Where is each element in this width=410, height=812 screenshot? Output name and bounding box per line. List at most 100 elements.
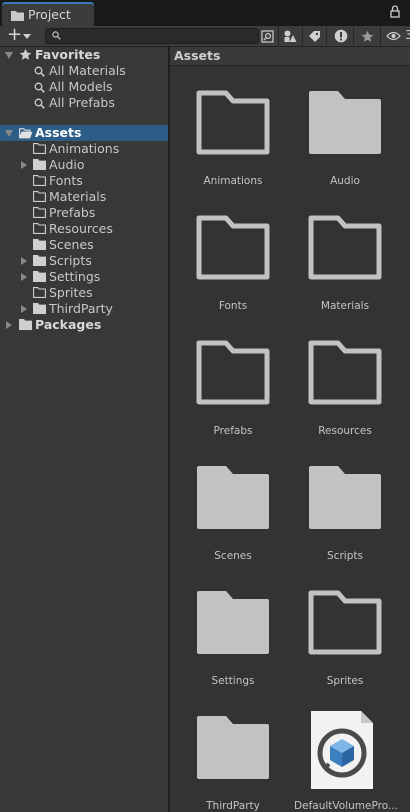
folder-icon bbox=[33, 159, 46, 170]
folder-outline-icon bbox=[196, 215, 270, 280]
folder-outline-icon bbox=[308, 215, 382, 280]
expand-arrow-icon[interactable] bbox=[6, 321, 12, 329]
tree-item-assets[interactable]: Assets bbox=[0, 125, 168, 141]
grid-item-label: Materials bbox=[320, 300, 370, 312]
folder-icon bbox=[33, 303, 46, 314]
add-label: + bbox=[7, 24, 23, 45]
add-button[interactable]: + bbox=[6, 24, 34, 45]
folder-icon bbox=[309, 466, 381, 529]
filter-by-type-button[interactable] bbox=[279, 27, 301, 45]
tree-item-all-prefabs[interactable]: All Prefabs bbox=[0, 95, 168, 111]
folder-outline-icon bbox=[33, 207, 46, 218]
folder-icon bbox=[33, 255, 46, 266]
folder-outline-icon bbox=[308, 590, 382, 655]
breadcrumb: Assets bbox=[170, 47, 410, 66]
expand-arrow-icon[interactable] bbox=[5, 52, 13, 59]
grid-item-scenes[interactable]: Scenes bbox=[178, 465, 288, 580]
asset-grid: Animations Audio Fonts Materials Prefabs… bbox=[170, 66, 410, 812]
search-icon bbox=[34, 98, 45, 109]
tree-item-fonts[interactable]: Fonts bbox=[0, 173, 168, 189]
grid-item-fonts[interactable]: Fonts bbox=[178, 215, 288, 330]
grid-item-label: DefaultVolumePro... bbox=[294, 800, 398, 812]
folder-icon bbox=[19, 319, 32, 330]
folder-icon bbox=[11, 11, 24, 21]
grid-item-label: Fonts bbox=[218, 300, 248, 312]
grid-item-label: Prefabs bbox=[213, 425, 253, 437]
eye-icon bbox=[385, 31, 401, 41]
folder-outline-icon bbox=[308, 340, 382, 405]
tree-item-all-models[interactable]: All Models bbox=[0, 79, 168, 95]
expand-arrow-icon[interactable] bbox=[5, 130, 13, 137]
tree-item-sprites[interactable]: Sprites bbox=[0, 285, 168, 301]
tree-item-scripts[interactable]: Scripts bbox=[0, 253, 168, 269]
hidden-packages-toggle[interactable] bbox=[383, 27, 403, 45]
grid-item-audio[interactable]: Audio bbox=[290, 90, 400, 205]
filter-by-label-button[interactable] bbox=[303, 27, 325, 45]
grid-item-animations[interactable]: Animations bbox=[178, 90, 288, 205]
search-scope-icon bbox=[260, 29, 274, 43]
tree-item-resources[interactable]: Resources bbox=[0, 221, 168, 237]
tree-item-prefabs[interactable]: Prefabs bbox=[0, 205, 168, 221]
tree-item-favorites[interactable]: Favorites bbox=[0, 47, 168, 63]
save-search-button[interactable] bbox=[356, 27, 378, 45]
breadcrumb-assets[interactable]: Assets bbox=[174, 48, 220, 63]
tree-item-animations[interactable]: Animations bbox=[0, 141, 168, 157]
expand-arrow-icon[interactable] bbox=[21, 257, 27, 265]
grid-item-resources[interactable]: Resources bbox=[290, 340, 400, 455]
tree-item-audio[interactable]: Audio bbox=[0, 157, 168, 173]
folder-outline-icon bbox=[33, 191, 46, 202]
tree-label: Scenes bbox=[49, 237, 94, 252]
chevron-down-icon bbox=[23, 34, 31, 39]
tree-label: Scripts bbox=[49, 253, 92, 268]
tree-label: Assets bbox=[35, 125, 82, 140]
search-input[interactable] bbox=[45, 28, 259, 44]
folder-icon bbox=[33, 271, 46, 282]
search-scope-button[interactable] bbox=[256, 27, 278, 45]
folder-outline-icon bbox=[196, 340, 270, 405]
grid-item-label: Audio bbox=[330, 175, 360, 187]
folder-icon bbox=[197, 716, 269, 779]
lock-icon[interactable] bbox=[390, 5, 400, 18]
tree-label: ThirdParty bbox=[49, 301, 113, 316]
tree-item-scenes[interactable]: Scenes bbox=[0, 237, 168, 253]
toolbar: + 3 bbox=[0, 24, 410, 47]
tree-item-settings[interactable]: Settings bbox=[0, 269, 168, 285]
tree-label: Packages bbox=[35, 317, 102, 332]
tree-label: Materials bbox=[49, 189, 107, 204]
expand-arrow-icon[interactable] bbox=[21, 273, 27, 281]
tree-item-thirdparty[interactable]: ThirdParty bbox=[0, 301, 168, 317]
tree-label: All Models bbox=[49, 79, 113, 94]
search-icon bbox=[52, 31, 61, 40]
tree-label: Settings bbox=[49, 269, 101, 284]
expand-arrow-icon[interactable] bbox=[21, 161, 27, 169]
grid-item-materials[interactable]: Materials bbox=[290, 215, 400, 330]
tree-label: Resources bbox=[49, 221, 113, 236]
grid-item-scripts[interactable]: Scripts bbox=[290, 465, 400, 580]
grid-item-prefabs[interactable]: Prefabs bbox=[178, 340, 288, 455]
grid-item-settings[interactable]: Settings bbox=[178, 590, 288, 705]
tree-item-materials[interactable]: Materials bbox=[0, 189, 168, 205]
grid-item-sprites[interactable]: Sprites bbox=[290, 590, 400, 705]
tree-label: Favorites bbox=[35, 47, 101, 62]
shapes-icon bbox=[284, 30, 297, 42]
grid-item-defaultvolumeprofile[interactable]: DefaultVolumePro... bbox=[290, 706, 400, 812]
tree-item-all-materials[interactable]: All Materials bbox=[0, 63, 168, 79]
folder-icon bbox=[309, 91, 381, 154]
filter-by-errors-button[interactable] bbox=[330, 27, 352, 45]
tag-icon bbox=[308, 30, 320, 42]
search-icon bbox=[34, 66, 45, 77]
tree-label: Audio bbox=[49, 157, 85, 172]
volume-profile-icon bbox=[311, 711, 373, 789]
expand-arrow-icon[interactable] bbox=[21, 305, 27, 313]
tab-project[interactable]: Project bbox=[2, 2, 94, 26]
folder-outline-icon bbox=[33, 175, 46, 186]
grid-item-label: Scenes bbox=[214, 550, 252, 562]
folder-outline-icon bbox=[196, 90, 270, 155]
folder-outline-icon bbox=[33, 223, 46, 234]
grid-item-thirdparty[interactable]: ThirdParty bbox=[178, 715, 288, 812]
tree-item-packages[interactable]: Packages bbox=[0, 317, 168, 333]
grid-item-label: Sprites bbox=[326, 675, 364, 687]
tree-label: Animations bbox=[49, 141, 120, 156]
tab-title: Project bbox=[28, 7, 71, 22]
tree-label: Prefabs bbox=[49, 205, 96, 220]
